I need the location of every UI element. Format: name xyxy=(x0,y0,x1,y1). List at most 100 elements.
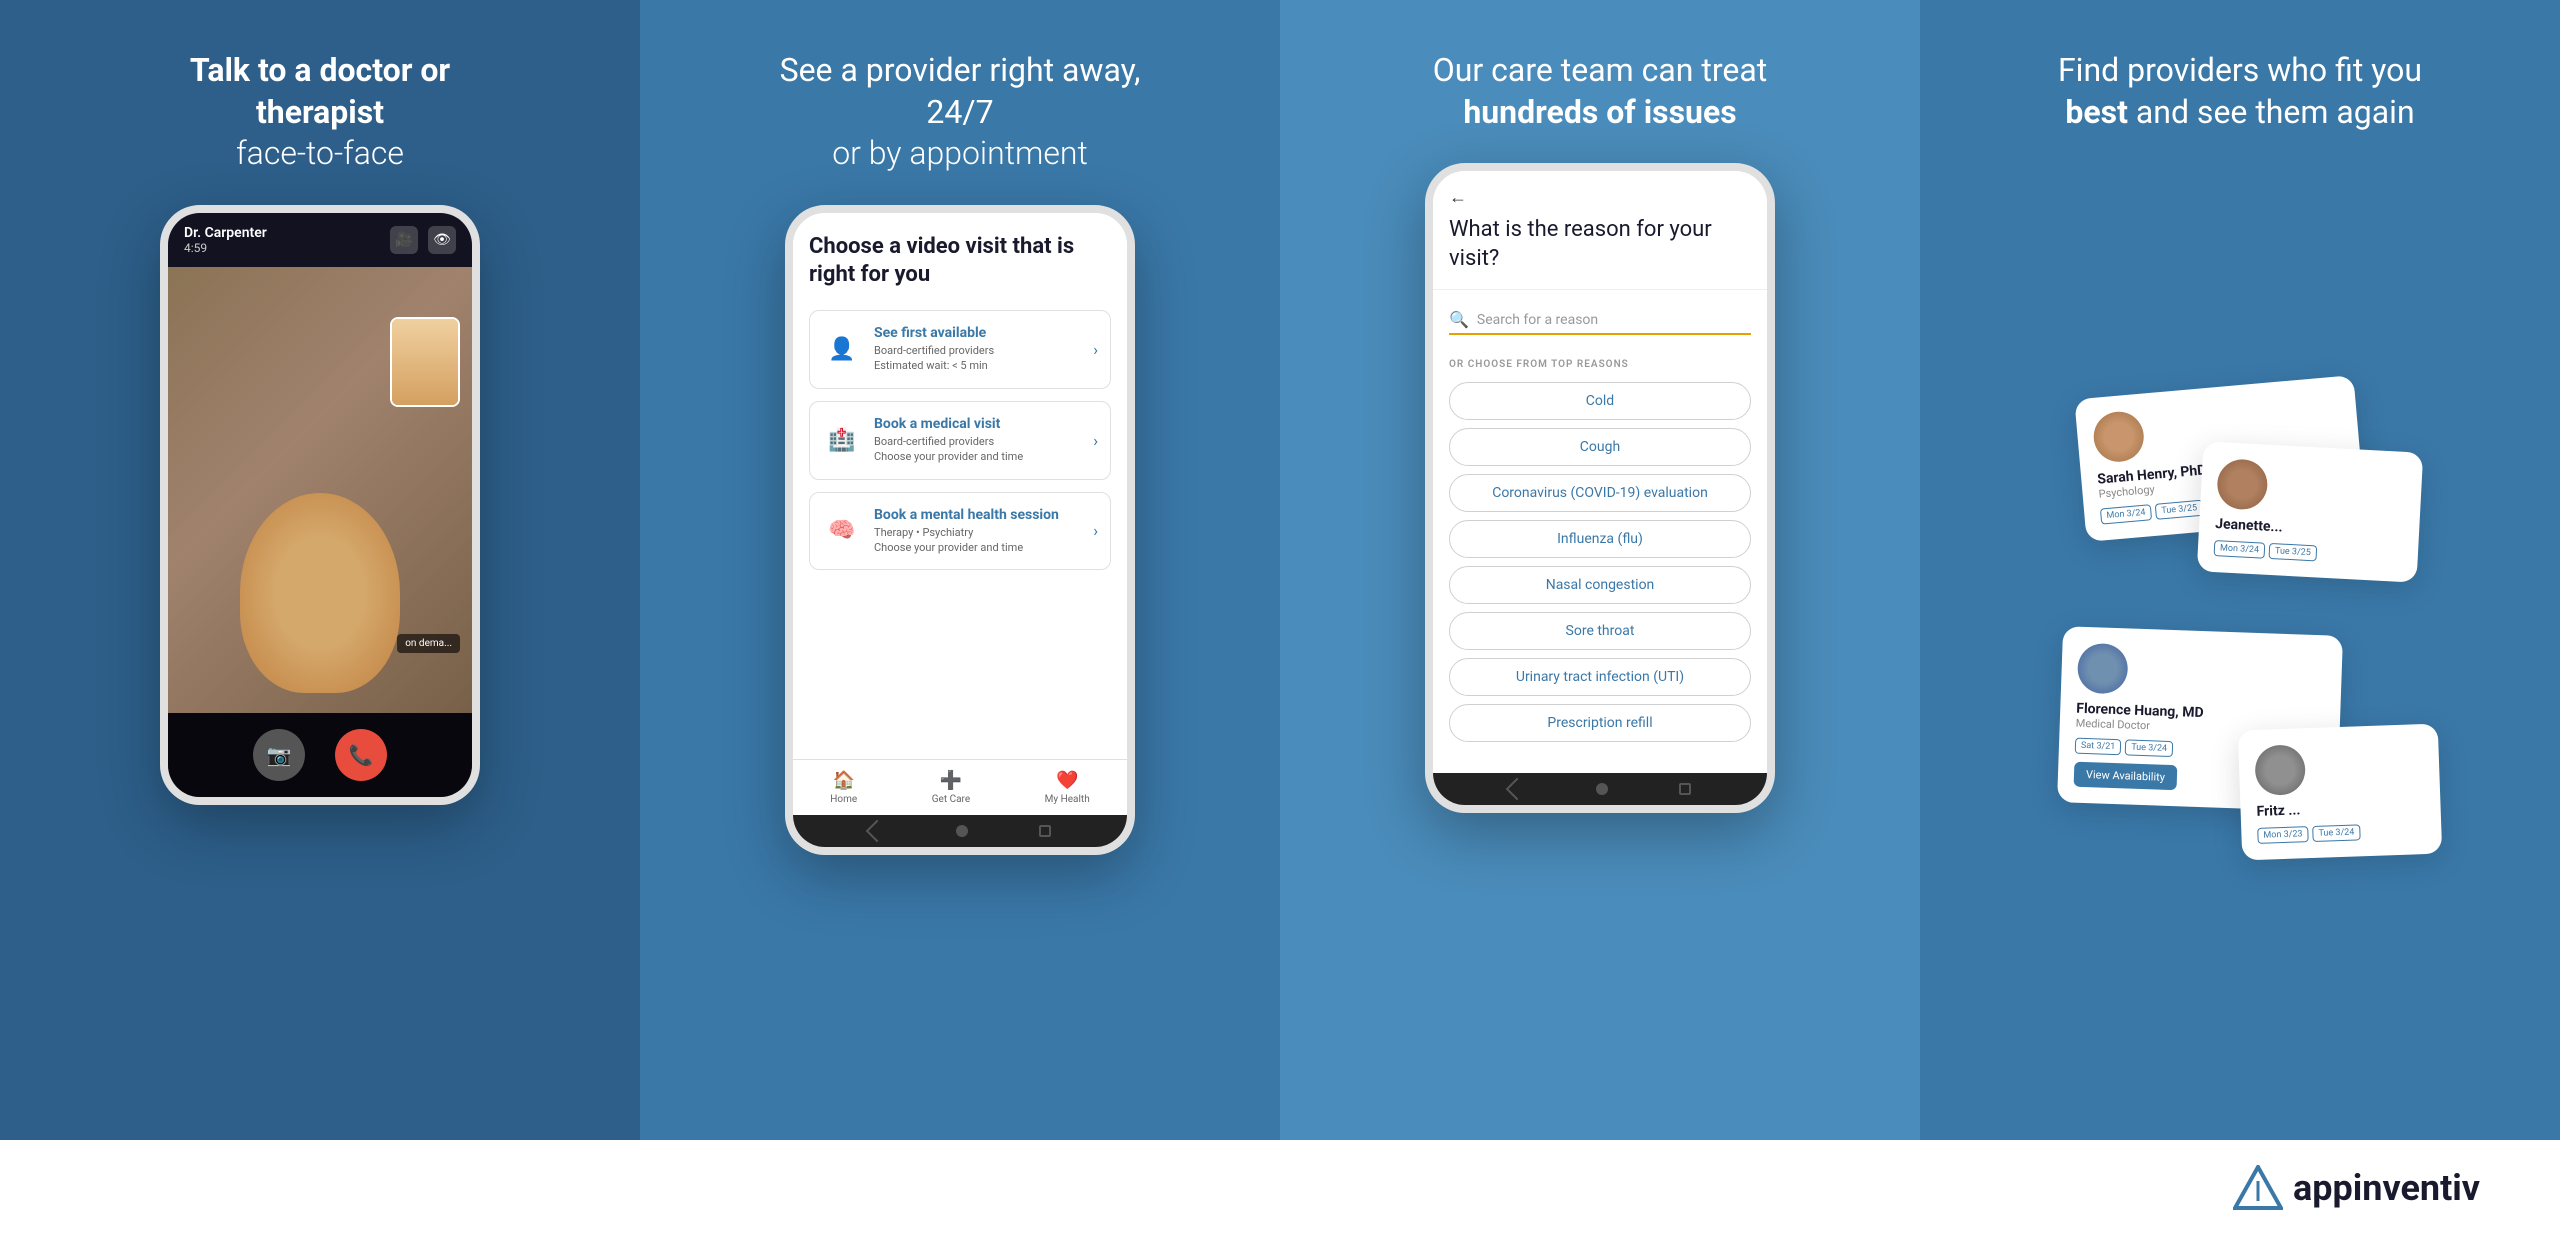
phone-recents-btn[interactable] xyxy=(1039,825,1051,837)
reason-screen-title: What is the reason for your visit? xyxy=(1449,216,1751,273)
doctor-info: Dr. Carpenter 4:59 xyxy=(184,225,267,255)
phone-back-btn[interactable] xyxy=(865,819,888,842)
reason-nasal[interactable]: Nasal congestion xyxy=(1449,566,1751,604)
panel-4-title: Find providers who fit you best and see … xyxy=(2050,50,2430,133)
video-call-screen: Dr. Carpenter 4:59 🎥 👁 xyxy=(168,213,472,797)
provider-avatar-jeanette xyxy=(2216,458,2269,511)
nav-home[interactable]: 🏠 Home xyxy=(830,770,857,805)
end-call-button[interactable]: 📞 xyxy=(335,729,387,781)
doctor-face xyxy=(240,493,400,693)
camera-button[interactable]: 📷 xyxy=(253,729,305,781)
phone-recents-btn-3[interactable] xyxy=(1679,783,1691,795)
reasons-list: Cold Cough Coronavirus (COVID-19) evalua… xyxy=(1433,374,1767,773)
phone-mockup-3: ← What is the reason for your visit? 🔍 S… xyxy=(1425,163,1775,813)
reason-sore-throat[interactable]: Sore throat xyxy=(1449,612,1751,650)
reason-cold[interactable]: Cold xyxy=(1449,382,1751,420)
slot-f-1[interactable]: Sat 3/21 xyxy=(2075,737,2122,755)
appinventiv-logo-icon xyxy=(2233,1165,2283,1210)
reason-cough[interactable]: Cough xyxy=(1449,428,1751,466)
phone-back-btn-3[interactable] xyxy=(1505,778,1528,801)
get-care-icon: ➕ xyxy=(940,770,962,791)
doctor-name: Dr. Carpenter xyxy=(184,225,267,241)
provider-card-fritz[interactable]: Fritz ... Mon 3/23 Tue 3/24 xyxy=(2238,723,2442,860)
first-available-info: See first available Board-certified prov… xyxy=(874,325,1093,374)
nav-home-label: Home xyxy=(830,794,857,805)
search-placeholder-text: Search for a reason xyxy=(1477,312,1598,328)
mental-health-info: Book a mental health session Therapy • P… xyxy=(874,507,1093,556)
provider-cards-layout: Sarah Henry, PhD Psychology Mon 3/24 Tue… xyxy=(2040,387,2440,887)
or-choose-label: OR CHOOSE FROM TOP REASONS xyxy=(1433,351,1767,374)
back-arrow[interactable]: ← xyxy=(1449,187,1751,208)
video-header: Dr. Carpenter 4:59 🎥 👁 xyxy=(168,213,472,267)
phone-mockup-1: Dr. Carpenter 4:59 🎥 👁 xyxy=(160,205,480,805)
reason-uti[interactable]: Urinary tract infection (UTI) xyxy=(1449,658,1751,696)
visit-option-medical[interactable]: 🏥 Book a medical visit Board-certified p… xyxy=(809,401,1111,480)
panel-2-title: See a provider right away, 24/7 or by ap… xyxy=(770,50,1150,175)
reason-covid[interactable]: Coronavirus (COVID-19) evaluation xyxy=(1449,474,1751,512)
mental-health-subtitle: Therapy • Psychiatry Choose your provide… xyxy=(874,525,1093,556)
provider-avatar-florence xyxy=(2077,642,2129,694)
search-box[interactable]: 🔍 Search for a reason xyxy=(1449,306,1751,335)
slot-fr-1[interactable]: Mon 3/23 xyxy=(2257,826,2309,844)
on-demand-badge: on dema... xyxy=(397,634,460,653)
medical-visit-info: Book a medical visit Board-certified pro… xyxy=(874,416,1093,465)
slot-2[interactable]: Tue 3/25 xyxy=(2155,499,2204,519)
medical-visit-arrow: › xyxy=(1093,431,1098,450)
visit-option-mental-health[interactable]: 🧠 Book a mental health session Therapy •… xyxy=(809,492,1111,571)
provider-avatar-sarah xyxy=(2092,409,2146,463)
slot-f-2[interactable]: Tue 3/24 xyxy=(2125,739,2173,757)
visit-screen-title: Choose a video visit that is right for y… xyxy=(809,233,1111,290)
my-health-icon: ❤️ xyxy=(1056,770,1078,791)
visit-option-first-available[interactable]: 👤 See first available Board-certified pr… xyxy=(809,310,1111,389)
mental-health-arrow: › xyxy=(1093,521,1098,540)
first-available-subtitle: Board-certified providers Estimated wait… xyxy=(874,343,1093,374)
nav-get-care-label: Get Care xyxy=(932,794,970,805)
reason-flu[interactable]: Influenza (flu) xyxy=(1449,520,1751,558)
mental-health-title: Book a mental health session xyxy=(874,507,1093,523)
provider-card-jeanette[interactable]: Jeanette... Mon 3/24 Tue 3/25 xyxy=(2197,441,2424,582)
reason-selection-screen: ← What is the reason for your visit? 🔍 S… xyxy=(1433,171,1767,805)
first-available-arrow: › xyxy=(1093,340,1098,359)
provider-availability-jeanette: Mon 3/24 Tue 3/25 xyxy=(2214,540,2403,566)
phone-nav-bar-2 xyxy=(793,815,1127,847)
call-time: 4:59 xyxy=(184,241,267,255)
slot-j-2[interactable]: Tue 3/25 xyxy=(2269,543,2318,561)
slot-j-1[interactable]: Mon 3/24 xyxy=(2214,540,2266,559)
nav-get-care[interactable]: ➕ Get Care xyxy=(932,770,970,805)
bottom-navigation: 🏠 Home ➕ Get Care ❤️ My Health xyxy=(793,759,1127,815)
phone-home-btn-3[interactable] xyxy=(1596,783,1608,795)
reason-header: ← What is the reason for your visit? xyxy=(1433,171,1767,290)
nav-my-health-label: My Health xyxy=(1045,794,1090,805)
view-availability-button[interactable]: View Availability xyxy=(2074,761,2178,790)
provider-name-fritz: Fritz ... xyxy=(2256,798,2424,820)
self-view xyxy=(392,319,458,405)
header-icons: 🎥 👁 xyxy=(390,226,456,254)
medical-visit-subtitle: Board-certified providers Choose your pr… xyxy=(874,434,1093,465)
phone-home-btn[interactable] xyxy=(956,825,968,837)
first-available-title: See first available xyxy=(874,325,1093,341)
thumbnail-self xyxy=(390,317,460,407)
medical-visit-title: Book a medical visit xyxy=(874,416,1093,432)
app-screen-visit: Choose a video visit that is right for y… xyxy=(793,213,1127,759)
provider-name-jeanette: Jeanette... xyxy=(2215,516,2404,542)
call-controls: 📷 📞 xyxy=(168,713,472,797)
panel-talk-doctor: Talk to a doctor or therapist face-to-fa… xyxy=(0,0,640,1140)
nav-my-health[interactable]: ❤️ My Health xyxy=(1045,770,1090,805)
search-icon: 🔍 xyxy=(1449,310,1469,329)
slot-fr-2[interactable]: Tue 3/24 xyxy=(2312,824,2360,842)
provider-avatar-fritz xyxy=(2254,744,2306,796)
first-available-icon: 👤 xyxy=(822,329,862,369)
brand-name-text: appinventiv xyxy=(2293,1167,2480,1209)
reason-prescription[interactable]: Prescription refill xyxy=(1449,704,1751,742)
panel-3-title: Our care team can treat hundreds of issu… xyxy=(1433,50,1768,133)
panel-see-provider: See a provider right away, 24/7 or by ap… xyxy=(640,0,1280,1140)
home-icon: 🏠 xyxy=(833,770,855,791)
mental-health-icon: 🧠 xyxy=(822,511,862,551)
phone-mockup-2: Choose a video visit that is right for y… xyxy=(785,205,1135,855)
brand-logo: appinventiv xyxy=(2233,1165,2480,1210)
video-icon: 🎥 xyxy=(390,226,418,254)
bottom-branding-bar: appinventiv xyxy=(0,1140,2560,1235)
provider-availability-fritz: Mon 3/23 Tue 3/24 xyxy=(2257,822,2425,844)
slot-1[interactable]: Mon 3/24 xyxy=(2100,504,2152,524)
eye-icon: 👁 xyxy=(428,226,456,254)
